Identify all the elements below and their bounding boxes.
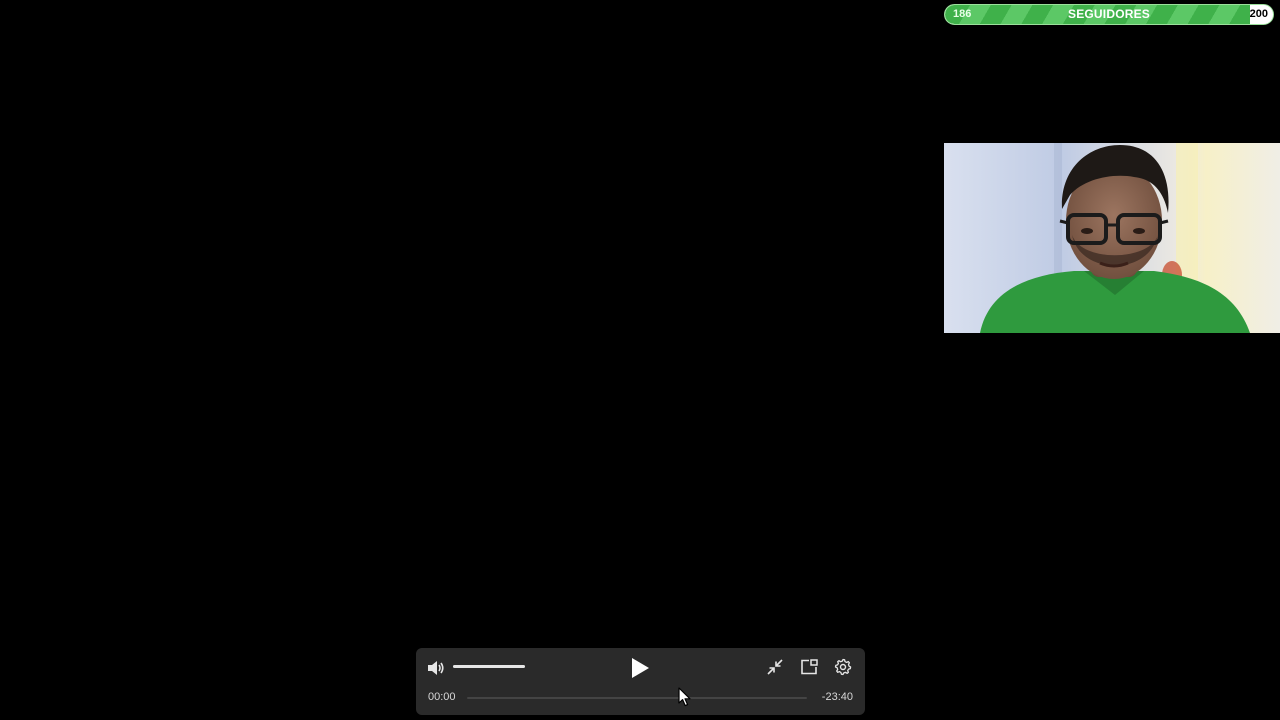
play-icon — [632, 658, 649, 678]
follower-goal-label: SEGUIDORES — [1067, 7, 1150, 21]
follower-goal-target: 200 — [1249, 8, 1268, 20]
gear-icon — [834, 658, 852, 676]
player-controls: 00:00 -23:40 — [416, 648, 865, 715]
minimize-icon — [767, 659, 783, 675]
volume-icon — [428, 661, 444, 675]
remaining-time: -23:40 — [821, 691, 853, 703]
video-stage[interactable]: 186 SEGUIDORES 200 00:00 -23:40 — [0, 0, 1280, 720]
webcam-feed-image — [944, 143, 1280, 333]
play-button[interactable] — [628, 656, 652, 680]
volume-button[interactable] — [426, 658, 446, 678]
volume-level-fill — [453, 665, 525, 668]
minimize-button[interactable] — [765, 657, 785, 677]
current-time: 00:00 — [428, 691, 456, 703]
settings-button[interactable] — [833, 657, 853, 677]
mouse-cursor-icon — [678, 687, 691, 707]
seek-bar[interactable] — [467, 697, 807, 699]
volume-slider[interactable] — [453, 665, 525, 668]
picture-in-picture-icon — [801, 659, 818, 675]
follower-goal-bar: 186 SEGUIDORES 200 — [944, 4, 1274, 25]
webcam-overlay — [944, 143, 1280, 333]
picture-in-picture-button[interactable] — [799, 657, 819, 677]
